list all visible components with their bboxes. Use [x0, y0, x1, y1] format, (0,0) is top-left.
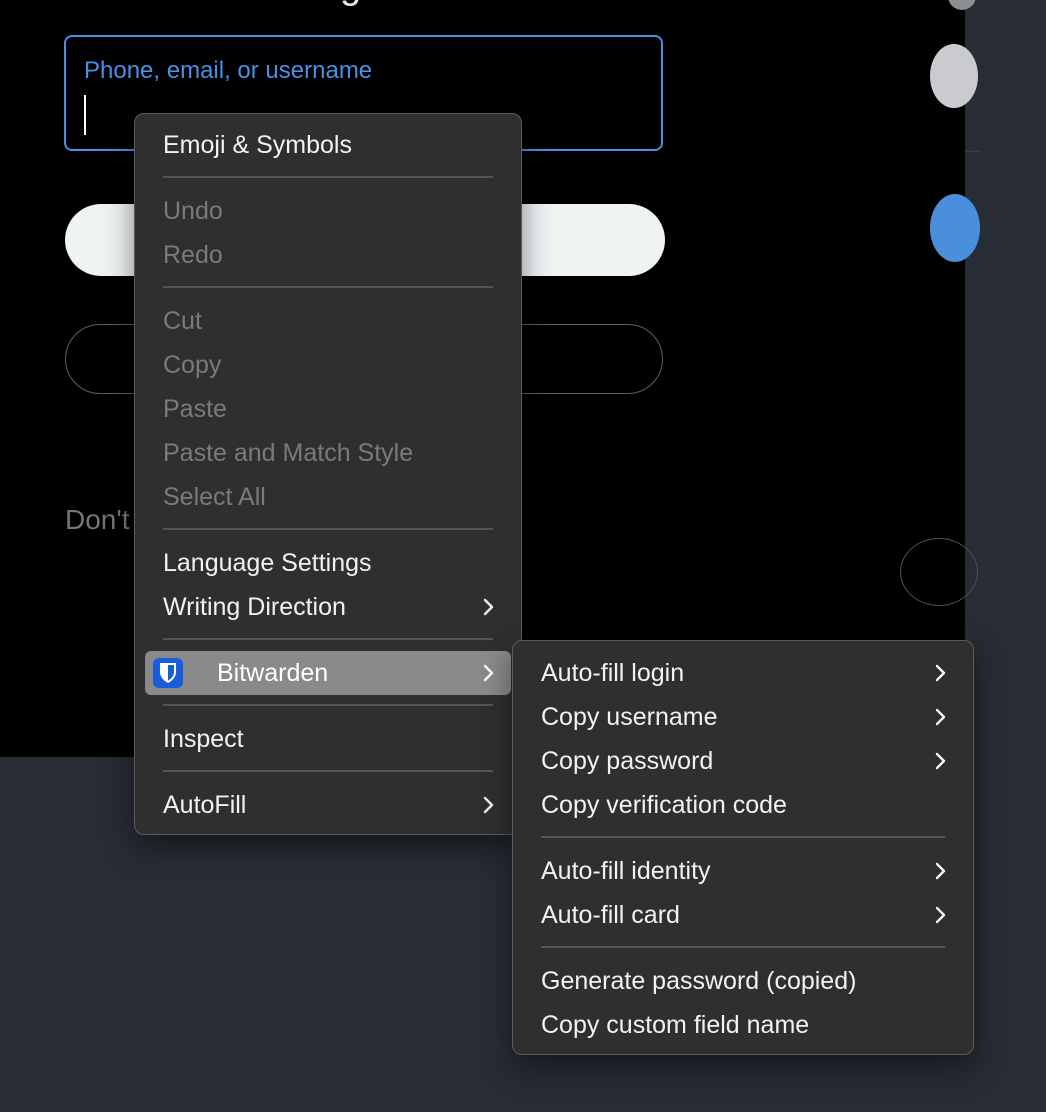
menu-separator [163, 770, 493, 772]
menu-item-label: Cut [163, 307, 202, 335]
background-blue-button [930, 194, 980, 262]
menu-item-label: Redo [163, 241, 223, 269]
menu-item-label: Copy verification code [541, 791, 787, 819]
menu-separator [541, 946, 945, 948]
menu-item-writing-direction[interactable]: Writing Direction [145, 585, 511, 629]
menu-item-label: Copy username [541, 703, 718, 731]
identifier-input-label: Phone, email, or username [84, 57, 373, 84]
menu-item-label: Copy [163, 351, 222, 379]
menu-item-redo[interactable]: Redo [145, 233, 511, 277]
background-divider [965, 151, 980, 152]
menu-item-label: Bitwarden [217, 659, 329, 687]
submenu-item-autofill-login[interactable]: Auto-fill login [523, 651, 963, 695]
chevron-right-icon [483, 783, 499, 827]
menu-item-label: Undo [163, 197, 223, 225]
menu-separator [163, 176, 493, 178]
modal-heading-fragment: g [340, 0, 361, 6]
menu-item-language-settings[interactable]: Language Settings [145, 541, 511, 585]
chevron-right-icon [935, 651, 951, 695]
submenu-item-autofill-card[interactable]: Auto-fill card [523, 893, 963, 937]
submenu-item-copy-username[interactable]: Copy username [523, 695, 963, 739]
background-avatar [930, 44, 978, 108]
menu-item-label: Emoji & Symbols [163, 131, 352, 159]
menu-item-undo[interactable]: Undo [145, 189, 511, 233]
menu-item-label: Language Settings [163, 549, 372, 577]
menu-item-paste-and-match-style[interactable]: Paste and Match Style [145, 431, 511, 475]
menu-item-bitwarden[interactable]: Bitwarden [145, 651, 511, 695]
chevron-right-icon [935, 739, 951, 783]
background-outline-button [900, 538, 978, 606]
menu-item-label: Auto-fill identity [541, 857, 711, 885]
menu-item-label: Paste [163, 395, 227, 423]
menu-item-label: Copy custom field name [541, 1011, 810, 1039]
menu-item-label: Auto-fill login [541, 659, 685, 687]
menu-separator [541, 836, 945, 838]
menu-item-select-all[interactable]: Select All [145, 475, 511, 519]
submenu-item-copy-custom-field-name[interactable]: Copy custom field name [523, 1003, 963, 1047]
submenu-item-copy-verification-code[interactable]: Copy verification code [523, 783, 963, 827]
screen: g Phone, email, or username Don't Emoji … [0, 0, 1046, 1112]
context-menu: Emoji & Symbols Undo Redo Cut Copy Paste… [134, 113, 522, 835]
submenu-item-autofill-identity[interactable]: Auto-fill identity [523, 849, 963, 893]
menu-item-label: Copy password [541, 747, 714, 775]
chevron-right-icon [935, 695, 951, 739]
menu-separator [163, 286, 493, 288]
menu-separator [163, 528, 493, 530]
menu-separator [163, 704, 493, 706]
menu-separator [163, 638, 493, 640]
bitwarden-submenu: Auto-fill login Copy username Copy passw… [512, 640, 974, 1055]
submenu-item-generate-password[interactable]: Generate password (copied) [523, 959, 963, 1003]
menu-item-label: Paste and Match Style [163, 439, 414, 467]
menu-item-cut[interactable]: Cut [145, 299, 511, 343]
menu-item-inspect[interactable]: Inspect [145, 717, 511, 761]
bitwarden-shield-icon [153, 658, 183, 688]
chevron-right-icon [935, 849, 951, 893]
menu-item-label: Auto-fill card [541, 901, 680, 929]
menu-item-label: AutoFill [163, 791, 247, 819]
chevron-right-icon [483, 585, 499, 629]
menu-item-emoji-symbols[interactable]: Emoji & Symbols [145, 123, 511, 167]
menu-item-label: Writing Direction [163, 593, 346, 621]
menu-item-copy[interactable]: Copy [145, 343, 511, 387]
text-caret [84, 95, 86, 135]
submenu-item-copy-password[interactable]: Copy password [523, 739, 963, 783]
menu-item-paste[interactable]: Paste [145, 387, 511, 431]
menu-item-label: Inspect [163, 725, 244, 753]
chevron-right-icon [935, 893, 951, 937]
menu-item-label: Generate password (copied) [541, 967, 857, 995]
menu-item-autofill[interactable]: AutoFill [145, 783, 511, 827]
chevron-right-icon [483, 651, 499, 695]
signup-prompt-text: Don't [65, 504, 130, 535]
menu-item-label: Select All [163, 483, 266, 511]
